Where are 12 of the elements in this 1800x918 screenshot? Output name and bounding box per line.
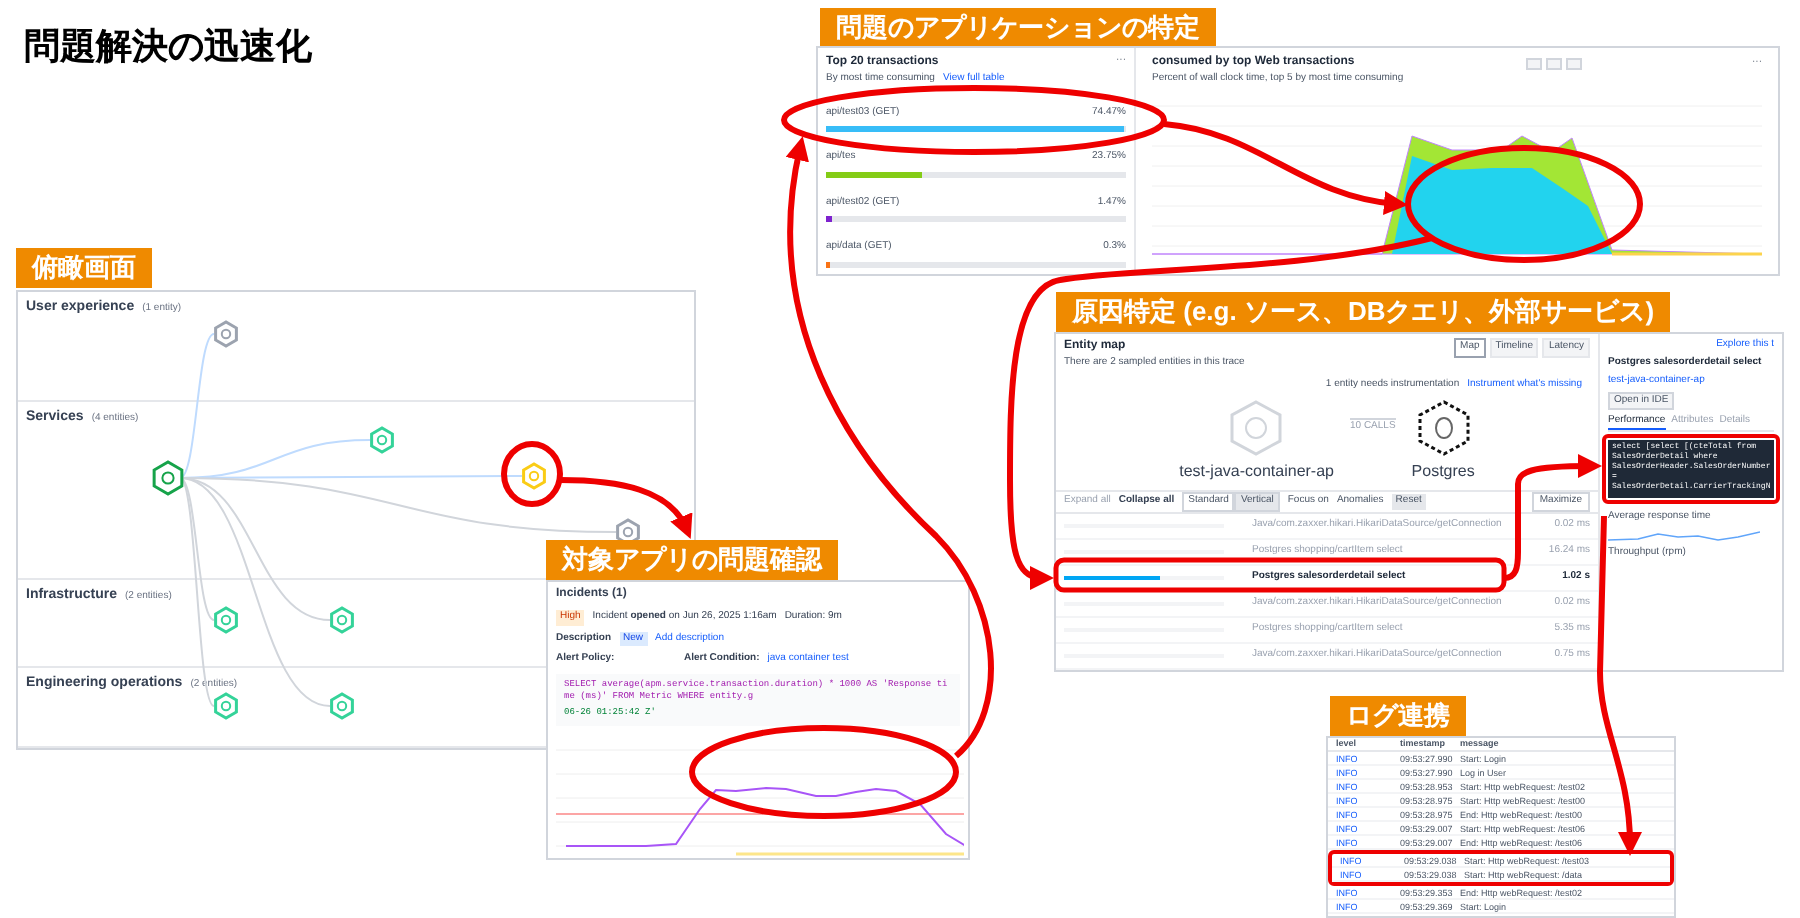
service-hexagon-icon: [1230, 400, 1283, 456]
database-hexagon-icon: [1417, 400, 1470, 456]
section-label: 対象アプリの問題確認: [546, 540, 838, 580]
entity-name: Postgres: [1411, 460, 1475, 484]
section-label: 俯瞰画面: [16, 248, 152, 288]
section-label: 原因特定 (e.g. ソース、DBクエリ、外部サービス): [1056, 292, 1671, 332]
entity-name: test-java-container-ap: [1179, 460, 1334, 484]
slide-title: 問題解決の迅速化: [24, 24, 312, 72]
section-label: ログ連携: [1330, 696, 1466, 736]
section-label: 問題のアプリケーションの特定: [820, 8, 1216, 48]
arrow: [559, 477, 692, 539]
highlight-ellipse: [501, 441, 563, 507]
